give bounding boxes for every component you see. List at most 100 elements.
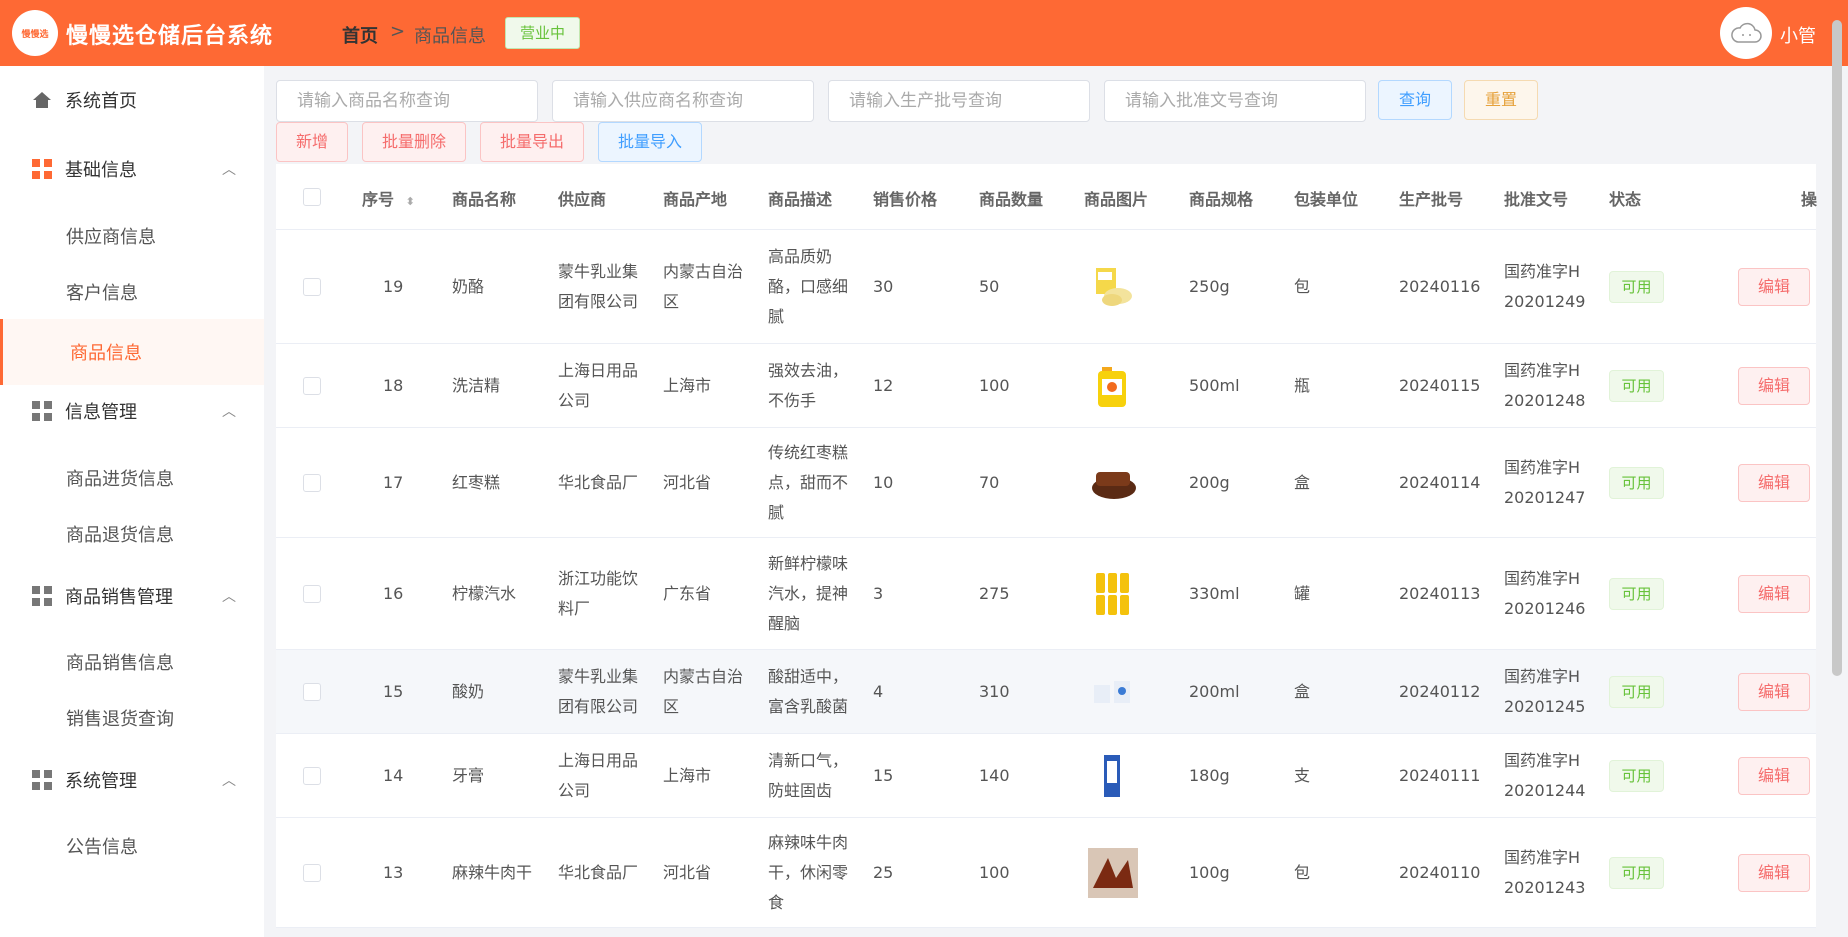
cell-desc: 酸甜适中， 富含乳酸菌 bbox=[768, 662, 848, 722]
edit-button[interactable]: 编辑 bbox=[1738, 464, 1810, 502]
user-avatar[interactable] bbox=[1720, 7, 1772, 59]
query-button[interactable]: 查询 bbox=[1378, 80, 1452, 120]
row-checkbox[interactable] bbox=[303, 585, 321, 603]
row-checkbox[interactable] bbox=[303, 683, 321, 701]
sidebar-item-home[interactable]: 系统首页 bbox=[0, 70, 264, 130]
reset-button[interactable]: 重置 bbox=[1464, 80, 1538, 120]
edit-button[interactable]: 编辑 bbox=[1738, 575, 1810, 613]
cell-spec: 250g bbox=[1189, 272, 1230, 302]
breadcrumb-home[interactable]: 首页 bbox=[342, 22, 378, 48]
sidebar-item-purchase[interactable]: 商品进货信息 bbox=[0, 448, 264, 508]
batch-search-input[interactable]: 请输入生产批号查询 bbox=[828, 80, 1090, 122]
col-header-approval: 批准文号 bbox=[1504, 190, 1569, 209]
sidebar-item-sales-info[interactable]: 商品销售信息 bbox=[0, 632, 264, 692]
approval-search-input[interactable]: 请输入批准文号查询 bbox=[1104, 80, 1366, 122]
username[interactable]: 小管 bbox=[1780, 22, 1816, 48]
grid-icon bbox=[32, 586, 52, 606]
sidebar-item-product[interactable]: 商品信息 bbox=[0, 319, 264, 385]
batch-delete-button[interactable]: 批量删除 bbox=[362, 122, 466, 162]
vertical-scrollbar[interactable] bbox=[1832, 20, 1842, 676]
cell-supplier-line: 华北食品厂 bbox=[558, 863, 639, 882]
product-name-search-input[interactable]: 请输入商品名称查询 bbox=[276, 80, 538, 122]
product-thumbnail[interactable] bbox=[1088, 361, 1138, 411]
cell-unit: 盒 bbox=[1294, 468, 1310, 498]
row-checkbox[interactable] bbox=[303, 474, 321, 492]
sidebar-item-return[interactable]: 商品退货信息 bbox=[0, 504, 264, 564]
cell-spec-line: 100g bbox=[1189, 863, 1230, 882]
cell-batch: 20240110 bbox=[1399, 858, 1480, 888]
cell-origin: 河北省 bbox=[663, 468, 711, 498]
row-checkbox[interactable] bbox=[303, 767, 321, 785]
sidebar-item-label: 客户信息 bbox=[66, 283, 138, 304]
edit-button[interactable]: 编辑 bbox=[1738, 367, 1810, 405]
cell-qty-line: 275 bbox=[979, 584, 1010, 603]
col-header-seq[interactable]: 序号 ⬍ bbox=[362, 186, 415, 210]
cell-spec-line: 330ml bbox=[1189, 584, 1240, 603]
sidebar-item-notice[interactable]: 公告信息 bbox=[0, 816, 264, 876]
cell-qty: 100 bbox=[979, 858, 1010, 888]
table-row[interactable]: 19 奶酪 蒙牛乳业集 团有限公司 内蒙古自治区高品质奶 酪，口感细腻 30 50 250g 包 2… bbox=[276, 230, 1816, 344]
cell-supplier: 蒙牛乳业集 团有限公司 bbox=[558, 662, 638, 722]
edit-button[interactable]: 编辑 bbox=[1738, 854, 1810, 892]
cell-approval-line: 国药准字H bbox=[1504, 667, 1581, 686]
product-thumbnail[interactable] bbox=[1088, 569, 1138, 619]
product-thumbnail[interactable] bbox=[1088, 667, 1138, 717]
sidebar-group-info-mgmt[interactable]: 信息管理 ︿ bbox=[0, 381, 264, 441]
cell-price-line: 25 bbox=[873, 863, 894, 882]
table-row[interactable]: 15 酸奶 蒙牛乳业集 团有限公司 内蒙古自治区酸甜适中， 富含乳酸菌 4 310 200ml 盒… bbox=[276, 650, 1816, 734]
sidebar-item-customer[interactable]: 客户信息 bbox=[0, 262, 264, 322]
cell-spec-line: 180g bbox=[1189, 766, 1230, 785]
batch-import-button[interactable]: 批量导入 bbox=[598, 122, 702, 162]
table-row[interactable]: 17 红枣糕 华北食品厂 河北省 传统红枣糕 点，甜而不腻 10 70 200g 盒 2024011… bbox=[276, 428, 1816, 538]
cell-supplier-line: 蒙牛乳业集 bbox=[558, 667, 639, 686]
sort-icon[interactable]: ⬍ bbox=[406, 195, 415, 208]
edit-button[interactable]: 编辑 bbox=[1738, 268, 1810, 306]
cell-qty: 50 bbox=[979, 272, 999, 302]
cell-desc-line: 醒脑 bbox=[768, 614, 801, 633]
edit-button[interactable]: 编辑 bbox=[1738, 757, 1810, 795]
col-header-unit: 包装单位 bbox=[1294, 190, 1359, 209]
cell-price-line: 4 bbox=[873, 682, 884, 701]
row-checkbox[interactable] bbox=[303, 278, 321, 296]
sidebar-group-sales-mgmt[interactable]: 商品销售管理 ︿ bbox=[0, 566, 264, 626]
product-thumbnail[interactable] bbox=[1088, 458, 1138, 508]
edit-button[interactable]: 编辑 bbox=[1738, 673, 1810, 711]
table-row[interactable]: 13 麻辣牛肉干 华北食品厂 河北省 麻辣味牛肉 干，休闲零食 25 100 100g 包 2024… bbox=[276, 818, 1816, 928]
col-header-qty: 商品数量 bbox=[979, 190, 1044, 209]
select-all-checkbox[interactable] bbox=[303, 188, 321, 206]
batch-export-button[interactable]: 批量导出 bbox=[480, 122, 584, 162]
col-header-status: 状态 bbox=[1609, 190, 1642, 209]
col-header-supplier: 供应商 bbox=[558, 190, 607, 209]
row-checkbox[interactable] bbox=[303, 377, 321, 395]
table-row[interactable]: 18 洗洁精 上海日用品 公司 上海市 强效去油， 不伤手 12 100 500ml 瓶 202401… bbox=[276, 344, 1816, 428]
cell-batch: 20240115 bbox=[1399, 371, 1480, 401]
supplier-search-input[interactable]: 请输入供应商名称查询 bbox=[552, 80, 814, 122]
sidebar-group-basic-info[interactable]: 基础信息 ︿ bbox=[0, 139, 264, 199]
cell-approval-line: 20201247 bbox=[1504, 488, 1586, 507]
cell-supplier: 上海日用品 公司 bbox=[558, 356, 638, 416]
logo-text: 慢慢选 bbox=[21, 29, 49, 40]
add-button[interactable]: 新增 bbox=[276, 122, 348, 162]
row-checkbox[interactable] bbox=[303, 864, 321, 882]
cell-origin-line: 区 bbox=[663, 697, 680, 716]
cell-supplier: 上海日用品 公司 bbox=[558, 746, 638, 806]
product-thumbnail[interactable] bbox=[1088, 262, 1138, 312]
sidebar-group-label: 基础信息 bbox=[65, 160, 137, 181]
cell-approval: 国药准字H 20201246 bbox=[1504, 564, 1585, 624]
cell-supplier-line: 华北食品厂 bbox=[558, 473, 639, 492]
table-row[interactable]: 16 柠檬汽水 浙江功能饮 料厂 广东省 新鲜柠檬味 汽水，提神 醒脑 3 275 330ml 罐 20… bbox=[276, 538, 1816, 650]
cell-seq-line: 13 bbox=[383, 863, 404, 882]
product-thumbnail[interactable] bbox=[1088, 848, 1138, 898]
cell-batch-line: 20240113 bbox=[1399, 584, 1481, 603]
sidebar-item-supplier[interactable]: 供应商信息 bbox=[0, 206, 264, 266]
sidebar-item-sales-return[interactable]: 销售退货查询 bbox=[0, 688, 264, 748]
product-thumbnail[interactable] bbox=[1088, 751, 1138, 801]
sidebar-group-system-mgmt[interactable]: 系统管理 ︿ bbox=[0, 750, 264, 810]
col-header-image: 商品图片 bbox=[1084, 190, 1149, 209]
cell-spec: 200g bbox=[1189, 468, 1230, 498]
cell-approval-line: 国药准字H bbox=[1504, 458, 1581, 477]
cell-seq-line: 16 bbox=[383, 584, 404, 603]
cell-approval-line: 国药准字H bbox=[1504, 569, 1581, 588]
cell-supplier-line: 料厂 bbox=[558, 599, 591, 618]
table-row[interactable]: 14 牙膏 上海日用品 公司 上海市 清新口气， 防蛀固齿 15 140 180g 支 2024011… bbox=[276, 734, 1816, 818]
